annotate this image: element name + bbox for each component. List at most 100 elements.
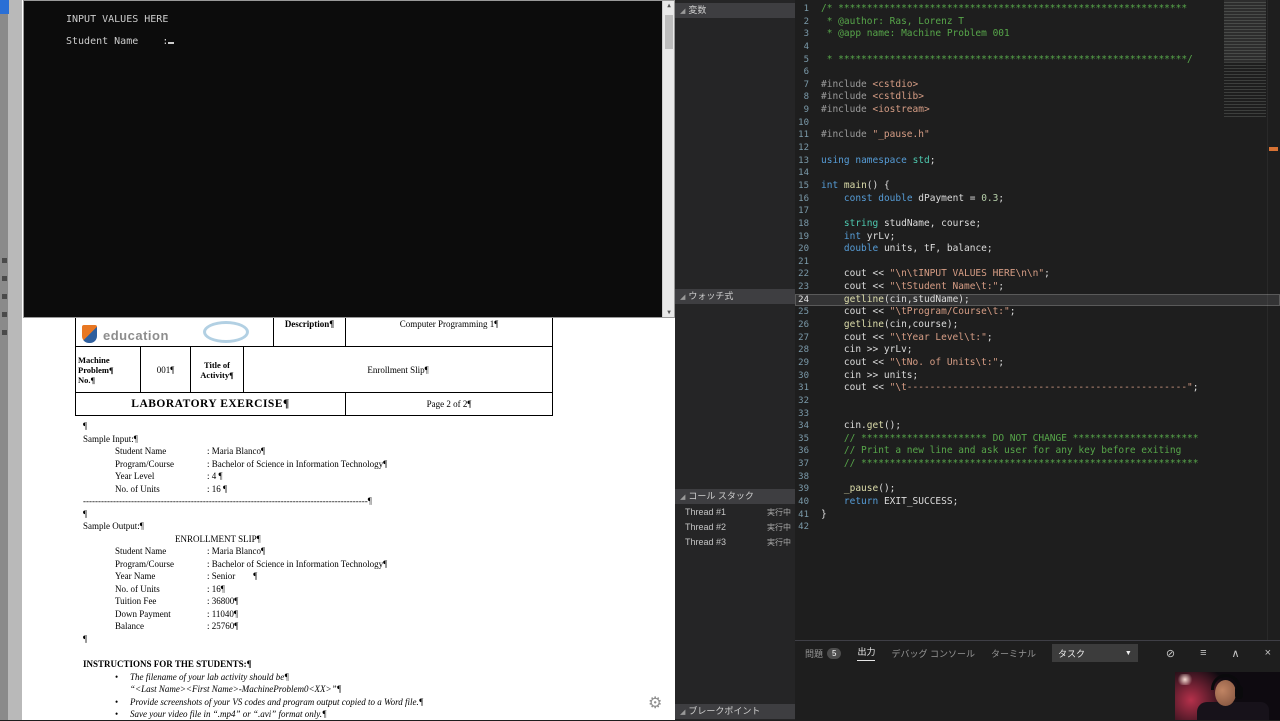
code-line[interactable]: 2 * @author: Ras, Lorenz T (795, 16, 1280, 29)
code-line[interactable]: 41} (795, 509, 1280, 522)
tab-terminal-label: ターミナル (991, 648, 1037, 659)
clear-output-icon[interactable]: ⊘ (1166, 647, 1175, 660)
code-line[interactable]: 6 (795, 66, 1280, 79)
callstack-thread-row[interactable]: Thread #2 実行中 (675, 520, 795, 535)
school-logo-emblem-icon (202, 321, 249, 343)
webcam-light-spot (1177, 674, 1193, 685)
tab-output[interactable]: 出力 (857, 645, 876, 661)
word-wrap-icon[interactable]: ≡ (1200, 647, 1206, 659)
code-line[interactable]: 25 cout << "\tProgram/Course\t:"; (795, 306, 1280, 319)
console-output-text: INPUT VALUES HERE Student Name : (66, 9, 175, 53)
console-window[interactable]: INPUT VALUES HERE Student Name : ▲ ▼ (23, 0, 675, 318)
code-line[interactable]: 21 (795, 256, 1280, 269)
line-number: 11 (798, 130, 809, 141)
code-line[interactable]: 5 * ************************************… (795, 54, 1280, 67)
code-line[interactable]: 29 cout << "\tNo. of Units\t:"; (795, 357, 1280, 370)
code-line[interactable]: 14 (795, 167, 1280, 180)
tab-debug-console[interactable]: デバッグ コンソール (891, 647, 975, 660)
close-panel-icon[interactable]: × (1265, 647, 1271, 659)
code-line[interactable]: 32 (795, 395, 1280, 408)
code-line[interactable]: 8 #include <cstdlib> (795, 91, 1280, 104)
line-number: 12 (798, 143, 809, 154)
code-line[interactable]: 22 cout << "\n\tINPUT VALUES HERE\n\n"; (795, 268, 1280, 281)
code-line[interactable]: 42 (795, 521, 1280, 534)
code-line[interactable]: 10 (795, 117, 1280, 130)
code-line[interactable]: 7 #include <cstdio> (795, 79, 1280, 92)
title-activity-value-cell: Enrollment Slip¶ (367, 364, 429, 375)
code-line[interactable]: 33 (795, 408, 1280, 421)
console-scrollbar-thumb[interactable] (665, 15, 673, 49)
callstack-thread-row[interactable]: Thread #3 実行中 (675, 535, 795, 550)
code-line[interactable]: 1/* ************************************… (795, 3, 1280, 16)
code-line[interactable]: 9 #include <iostream> (795, 104, 1280, 117)
tab-problems[interactable]: 問題 5 (805, 647, 842, 660)
console-title-line: INPUT VALUES HERE (66, 14, 169, 25)
scroll-up-icon[interactable]: ▲ (663, 2, 675, 9)
code-line[interactable]: 34 cin.get(); (795, 420, 1280, 433)
code-line[interactable]: 15 int main() { (795, 180, 1280, 193)
line-number: 36 (798, 446, 809, 457)
breakpoints-panel-header[interactable]: ◢ ブレークポイント (675, 704, 795, 719)
code-line[interactable]: 12 (795, 142, 1280, 155)
code-line[interactable]: 18 string studName, course; (795, 218, 1280, 231)
para-mark: ¶ (83, 508, 88, 519)
code-line[interactable]: 40 return EXIT_SUCCESS; (795, 496, 1280, 509)
callstack-thread-row[interactable]: Thread #1 実行中 (675, 505, 795, 520)
line-number: 38 (798, 471, 809, 482)
code-line[interactable]: 16 const double dPayment = 0.3; (795, 193, 1280, 206)
doc-kv-row: Year Level: 4 ¶ (115, 471, 223, 481)
collapse-icon: ◢ (680, 294, 686, 301)
callstack-panel-header[interactable]: ◢ コール スタック (675, 489, 795, 504)
line-number: 39 (798, 484, 809, 495)
code-line[interactable]: 26 getline(cin,course); (795, 319, 1280, 332)
code-line[interactable]: 24 getline(cin,studName); (795, 293, 1280, 307)
tab-terminal[interactable]: ターミナル (991, 647, 1036, 660)
instruction-bullet: • Provide screenshots of your VS codes an… (115, 696, 424, 707)
code-line[interactable]: 28 cin >> yrLv; (795, 344, 1280, 357)
code-line[interactable]: 27 cout << "\tYear Level\t:"; (795, 332, 1280, 345)
line-number: 31 (798, 383, 809, 394)
line-number: 1 (803, 4, 809, 14)
line-number: 34 (798, 421, 809, 432)
settings-gear-icon[interactable]: ⚙ (648, 693, 662, 713)
tab-problems-label: 問題 (805, 648, 824, 659)
code-line[interactable]: 35 // ********************** DO NOT CHAN… (795, 433, 1280, 446)
code-line[interactable]: 38 (795, 471, 1280, 484)
code-line[interactable]: 39 _pause(); (795, 483, 1280, 496)
code-line[interactable]: 4 (795, 41, 1280, 54)
person-shoulders (1197, 702, 1269, 720)
code-line[interactable]: 19 int yrLv; (795, 231, 1280, 244)
instruction-bullet: • The filename of your lab activity shoul… (115, 671, 289, 682)
code-line[interactable]: 13 using namespace std; (795, 155, 1280, 168)
code-line[interactable]: 36 // Print a new line and ask user for … (795, 445, 1280, 458)
variables-panel-header[interactable]: ◢ 変数 (675, 3, 795, 18)
scroll-down-icon[interactable]: ▼ (663, 309, 675, 316)
line-number: 8 (803, 92, 809, 103)
line-number: 6 (803, 67, 809, 78)
school-logo-text: education (103, 328, 169, 343)
table-row: LABORATORY EXERCISE¶ Page 2 of 2¶ (76, 393, 552, 415)
code-line[interactable]: 31 cout << "\t--------------------------… (795, 382, 1280, 395)
watch-panel-header[interactable]: ◢ ウォッチ式 (675, 289, 795, 304)
left-strip-mark (2, 276, 7, 281)
code-line[interactable]: 37 // **********************************… (795, 458, 1280, 471)
task-dropdown[interactable]: タスク ▼ (1052, 644, 1138, 662)
line-number: 3 (803, 29, 809, 40)
maximize-panel-icon[interactable]: ∧ (1232, 647, 1240, 660)
sample-output-heading: Sample Output:¶ (83, 521, 144, 531)
code-editor[interactable]: 1/* ************************************… (795, 0, 1280, 640)
code-line[interactable]: 30 cin >> units; (795, 370, 1280, 383)
code-line[interactable]: 11 #include "_pause.h" (795, 129, 1280, 142)
code-line[interactable]: 20 double units, tF, balance; (795, 243, 1280, 256)
code-line[interactable]: 17 (795, 205, 1280, 218)
code-line[interactable]: 23 cout << "\tStudent Name\t:"; (795, 281, 1280, 294)
tab-output-label: 出力 (857, 645, 876, 661)
left-strip-mark (2, 258, 7, 263)
line-number: 24 (798, 294, 809, 305)
chevron-down-icon: ▼ (1124, 649, 1132, 657)
doc-kv-row: Student Name: Maria Blanco¶ (115, 446, 266, 456)
minimap[interactable] (1224, 2, 1266, 118)
console-scrollbar[interactable]: ▲ ▼ (662, 1, 674, 317)
code-line[interactable]: 3 * @app name: Machine Problem 001 (795, 28, 1280, 41)
editor-scrollbar[interactable] (1267, 0, 1280, 640)
